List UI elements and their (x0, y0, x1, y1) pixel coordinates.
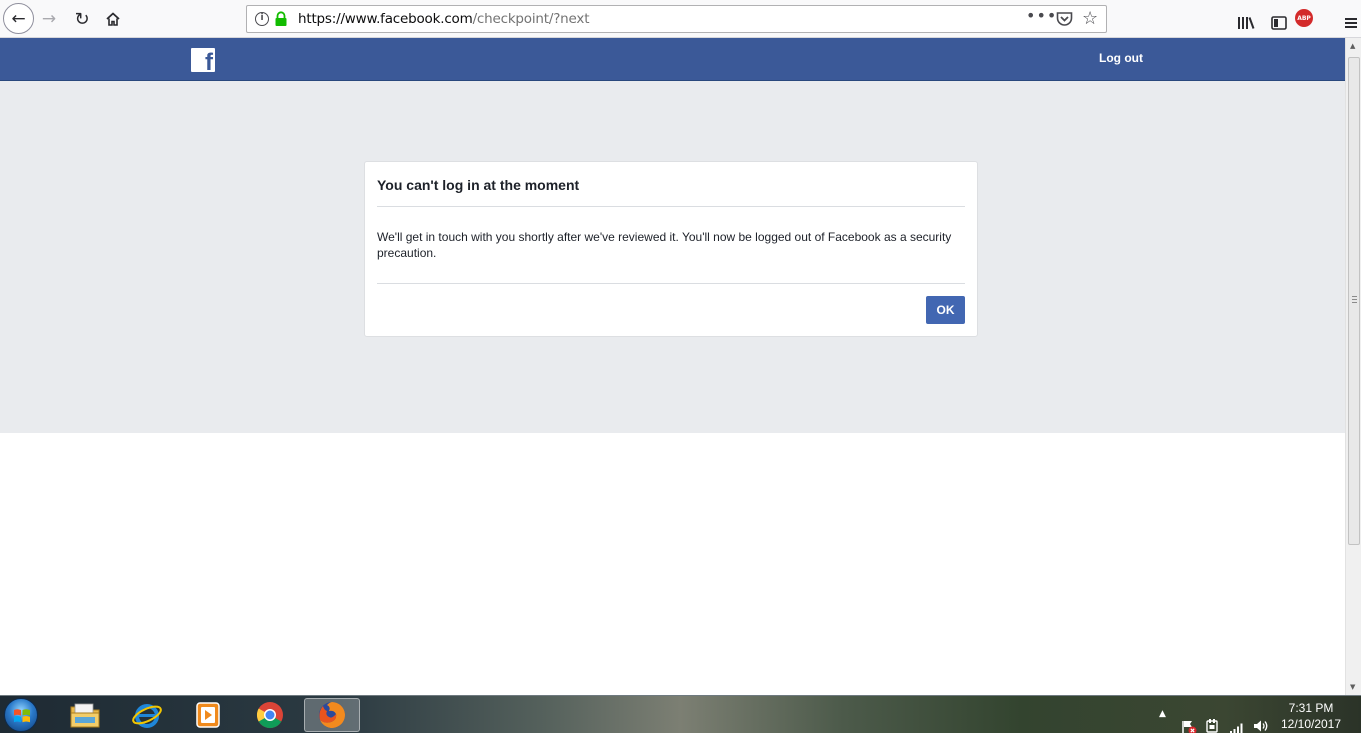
volume-icon[interactable] (1253, 707, 1269, 733)
url-text[interactable]: https://www.facebook.com/checkpoint/?nex… (298, 11, 589, 27)
forward-button[interactable]: → (34, 4, 64, 34)
lock-icon[interactable] (274, 11, 288, 27)
taskbar-explorer-button[interactable] (57, 698, 113, 732)
dialog-message: We'll get in touch with you shortly afte… (377, 230, 952, 260)
taskbar-internet-explorer-button[interactable] (119, 698, 175, 732)
clock-time: 7:31 PM (1288, 701, 1334, 715)
folder-icon (70, 703, 100, 728)
hamburger-menu-icon (1345, 18, 1357, 28)
taskbar-firefox-button[interactable] (304, 698, 360, 732)
dialog-title: You can't log in at the moment (377, 177, 580, 193)
adblock-plus-icon[interactable]: ABP (1295, 9, 1313, 27)
logout-link[interactable]: Log out (1099, 51, 1143, 65)
network-signal-icon[interactable] (1229, 709, 1245, 733)
back-arrow-icon: ← (11, 8, 26, 29)
clock-date: 12/10/2017 (1280, 717, 1342, 731)
tray-show-hidden-icons[interactable]: ▲ (1159, 709, 1166, 733)
reload-button[interactable]: ↻ (67, 4, 97, 34)
home-icon (106, 12, 120, 26)
internet-explorer-icon (132, 704, 162, 728)
library-icon (1238, 17, 1255, 29)
firefox-icon (319, 702, 345, 728)
site-info-icon[interactable]: i (255, 12, 269, 26)
scrollbar-grip-icon (1352, 296, 1357, 303)
main-content: You can't log in at the moment We'll get… (0, 81, 1345, 433)
media-player-icon (196, 702, 220, 728)
system-clock[interactable]: 7:31 PM 12/10/2017 (1276, 700, 1346, 732)
taskbar-media-player-button[interactable] (180, 698, 236, 732)
bookmark-star-icon[interactable]: ☆ (1082, 8, 1098, 29)
browser-toolbar: ← → ↻ i https://www.facebook.com/checkpo… (0, 0, 1361, 38)
scrollbar-thumb[interactable] (1348, 57, 1360, 545)
checkpoint-dialog: You can't log in at the moment We'll get… (364, 161, 978, 337)
home-button[interactable] (98, 4, 128, 34)
sidebar-button[interactable] (1264, 8, 1294, 38)
facebook-header: f Log out (0, 38, 1345, 81)
page-actions-button[interactable]: ••• (1026, 6, 1057, 25)
reload-icon: ↻ (74, 8, 90, 30)
library-button[interactable] (1231, 8, 1261, 38)
action-center-flag-icon[interactable] (1181, 708, 1197, 733)
url-path: /checkpoint/?next (472, 11, 590, 27)
sidebar-icon (1271, 16, 1287, 30)
dialog-divider-bottom (377, 283, 965, 284)
start-button[interactable] (4, 698, 38, 732)
facebook-logo-letter: f (205, 49, 213, 73)
scroll-up-arrow-icon[interactable]: ▲ (1350, 42, 1355, 50)
pocket-icon[interactable] (1056, 11, 1073, 27)
chrome-icon (256, 702, 283, 729)
dialog-divider-top (377, 206, 965, 207)
power-plug-icon[interactable] (1205, 707, 1219, 733)
url-bar[interactable]: i https://www.facebook.com/checkpoint/?n… (246, 5, 1107, 33)
url-host: https://www.facebook.com (298, 11, 473, 27)
ok-button[interactable]: OK (926, 296, 965, 324)
hamburger-menu-button[interactable] (1336, 8, 1361, 38)
facebook-logo-icon[interactable]: f (191, 48, 215, 72)
taskbar-chrome-button[interactable] (242, 698, 298, 732)
forward-arrow-icon: → (41, 9, 57, 29)
page-scrollbar[interactable]: ▲ ▼ (1345, 38, 1361, 695)
windows-taskbar: ▲ 7:31 PM 12/10/2017 (0, 695, 1361, 733)
windows-logo-icon (14, 709, 30, 723)
back-button[interactable]: ← (3, 3, 34, 34)
scroll-down-arrow-icon[interactable]: ▼ (1350, 683, 1355, 691)
